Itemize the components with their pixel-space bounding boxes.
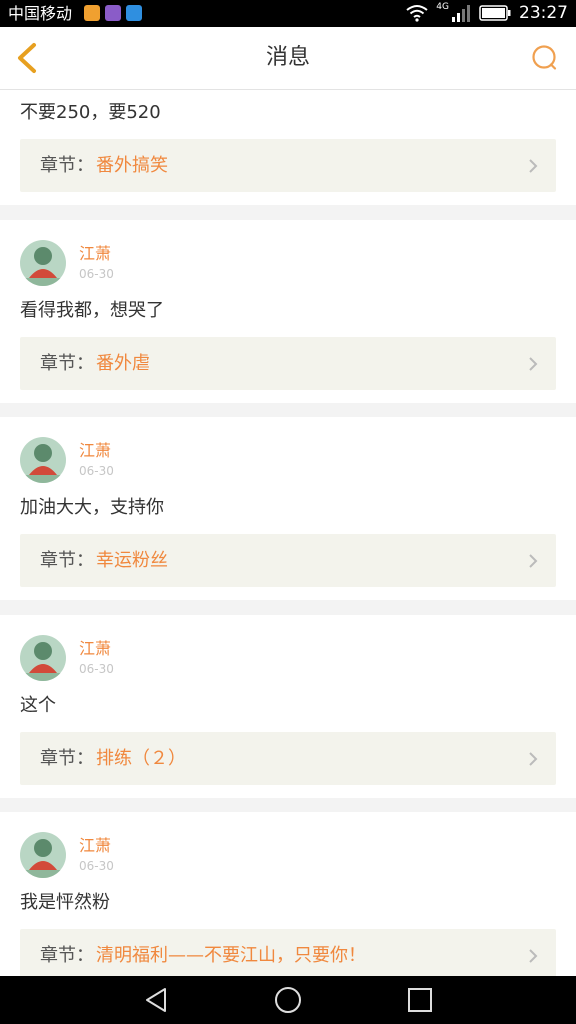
avatar[interactable] [20, 635, 66, 681]
avatar[interactable] [20, 832, 66, 878]
author-name[interactable]: 江萧 [79, 836, 111, 856]
wifi-icon [406, 5, 428, 22]
message-date: 06-30 [79, 859, 114, 873]
message-date: 06-30 [79, 267, 114, 281]
chapter-label: 章节： [40, 748, 94, 769]
chapter-title: 幸运粉丝 [96, 550, 168, 571]
home-nav-icon[interactable] [271, 984, 305, 1016]
chapter-title: 番外搞笑 [96, 155, 168, 176]
comment-text: 看得我都，想哭了 [20, 300, 164, 321]
system-nav-bar [0, 976, 576, 1024]
chapter-label: 章节： [40, 353, 94, 374]
status-time: 23:27 [519, 3, 568, 23]
message-card: 江萧 06-30 看得我都，想哭了 章节： 番外虐 [0, 220, 576, 403]
message-card: 江萧 06-30 这个 章节： 排练（２） [0, 615, 576, 798]
page-title: 消息 [265, 45, 310, 70]
chevron-right-icon [529, 554, 538, 568]
chevron-right-icon [529, 357, 538, 371]
message-date: 06-30 [79, 464, 114, 478]
chevron-right-icon [529, 159, 538, 173]
chevron-right-icon [529, 752, 538, 766]
chapter-label: 章节： [40, 945, 94, 966]
notification-icons [84, 5, 142, 21]
avatar[interactable] [20, 240, 66, 286]
recents-nav-icon[interactable] [403, 984, 437, 1016]
message-date: 06-30 [79, 662, 114, 676]
message-card: 江萧 06-30 加油大大，支持你 章节： 幸运粉丝 [0, 417, 576, 600]
chapter-title: 清明福利——不要江山，只要你！ [96, 945, 366, 966]
chapter-link[interactable]: 章节： 番外虐 [20, 337, 556, 390]
signal-icon [452, 5, 470, 22]
notification-app-icon [84, 5, 100, 21]
chapter-link[interactable]: 章节： 排练（２） [20, 732, 556, 785]
battery-icon [479, 5, 511, 21]
notification-app-icon [126, 5, 142, 21]
avatar[interactable] [20, 437, 66, 483]
chapter-label: 章节： [40, 155, 94, 176]
author-name[interactable]: 江萧 [79, 639, 111, 659]
carrier-name: 中国移动 [8, 4, 73, 23]
chevron-right-icon [529, 949, 538, 963]
chapter-label: 章节： [40, 550, 94, 571]
search-icon[interactable] [530, 44, 558, 72]
comment-text: 我是怦然粉 [20, 892, 110, 913]
comment-text: 这个 [20, 695, 56, 716]
chapter-link[interactable]: 章节： 幸运粉丝 [20, 534, 556, 587]
chapter-link[interactable]: 章节： 番外搞笑 [20, 139, 556, 192]
header-bar: 消息 [0, 27, 576, 90]
message-card: 江萧 06-30 我是怦然粉 章节： 清明福利——不要江山，只要你！ [0, 812, 576, 976]
chapter-link[interactable]: 章节： 清明福利——不要江山，只要你！ [20, 929, 556, 976]
status-bar: 中国移动 4G 23:27 [0, 0, 576, 27]
back-nav-icon[interactable] [139, 984, 173, 1016]
chapter-title: 番外虐 [96, 353, 150, 374]
network-type: 4G [436, 2, 449, 12]
message-list[interactable]: 不要250，要520 章节： 番外搞笑 江萧 06-30 看得我都，想哭了 章节… [0, 90, 576, 976]
chapter-title: 排练（２） [96, 748, 186, 769]
comment-text: 加油大大，支持你 [20, 497, 164, 518]
comment-text: 不要250，要520 [20, 102, 161, 123]
message-card: 不要250，要520 章节： 番外搞笑 [0, 90, 576, 205]
notification-app-icon [105, 5, 121, 21]
author-name[interactable]: 江萧 [79, 244, 111, 264]
author-name[interactable]: 江萧 [79, 441, 111, 461]
